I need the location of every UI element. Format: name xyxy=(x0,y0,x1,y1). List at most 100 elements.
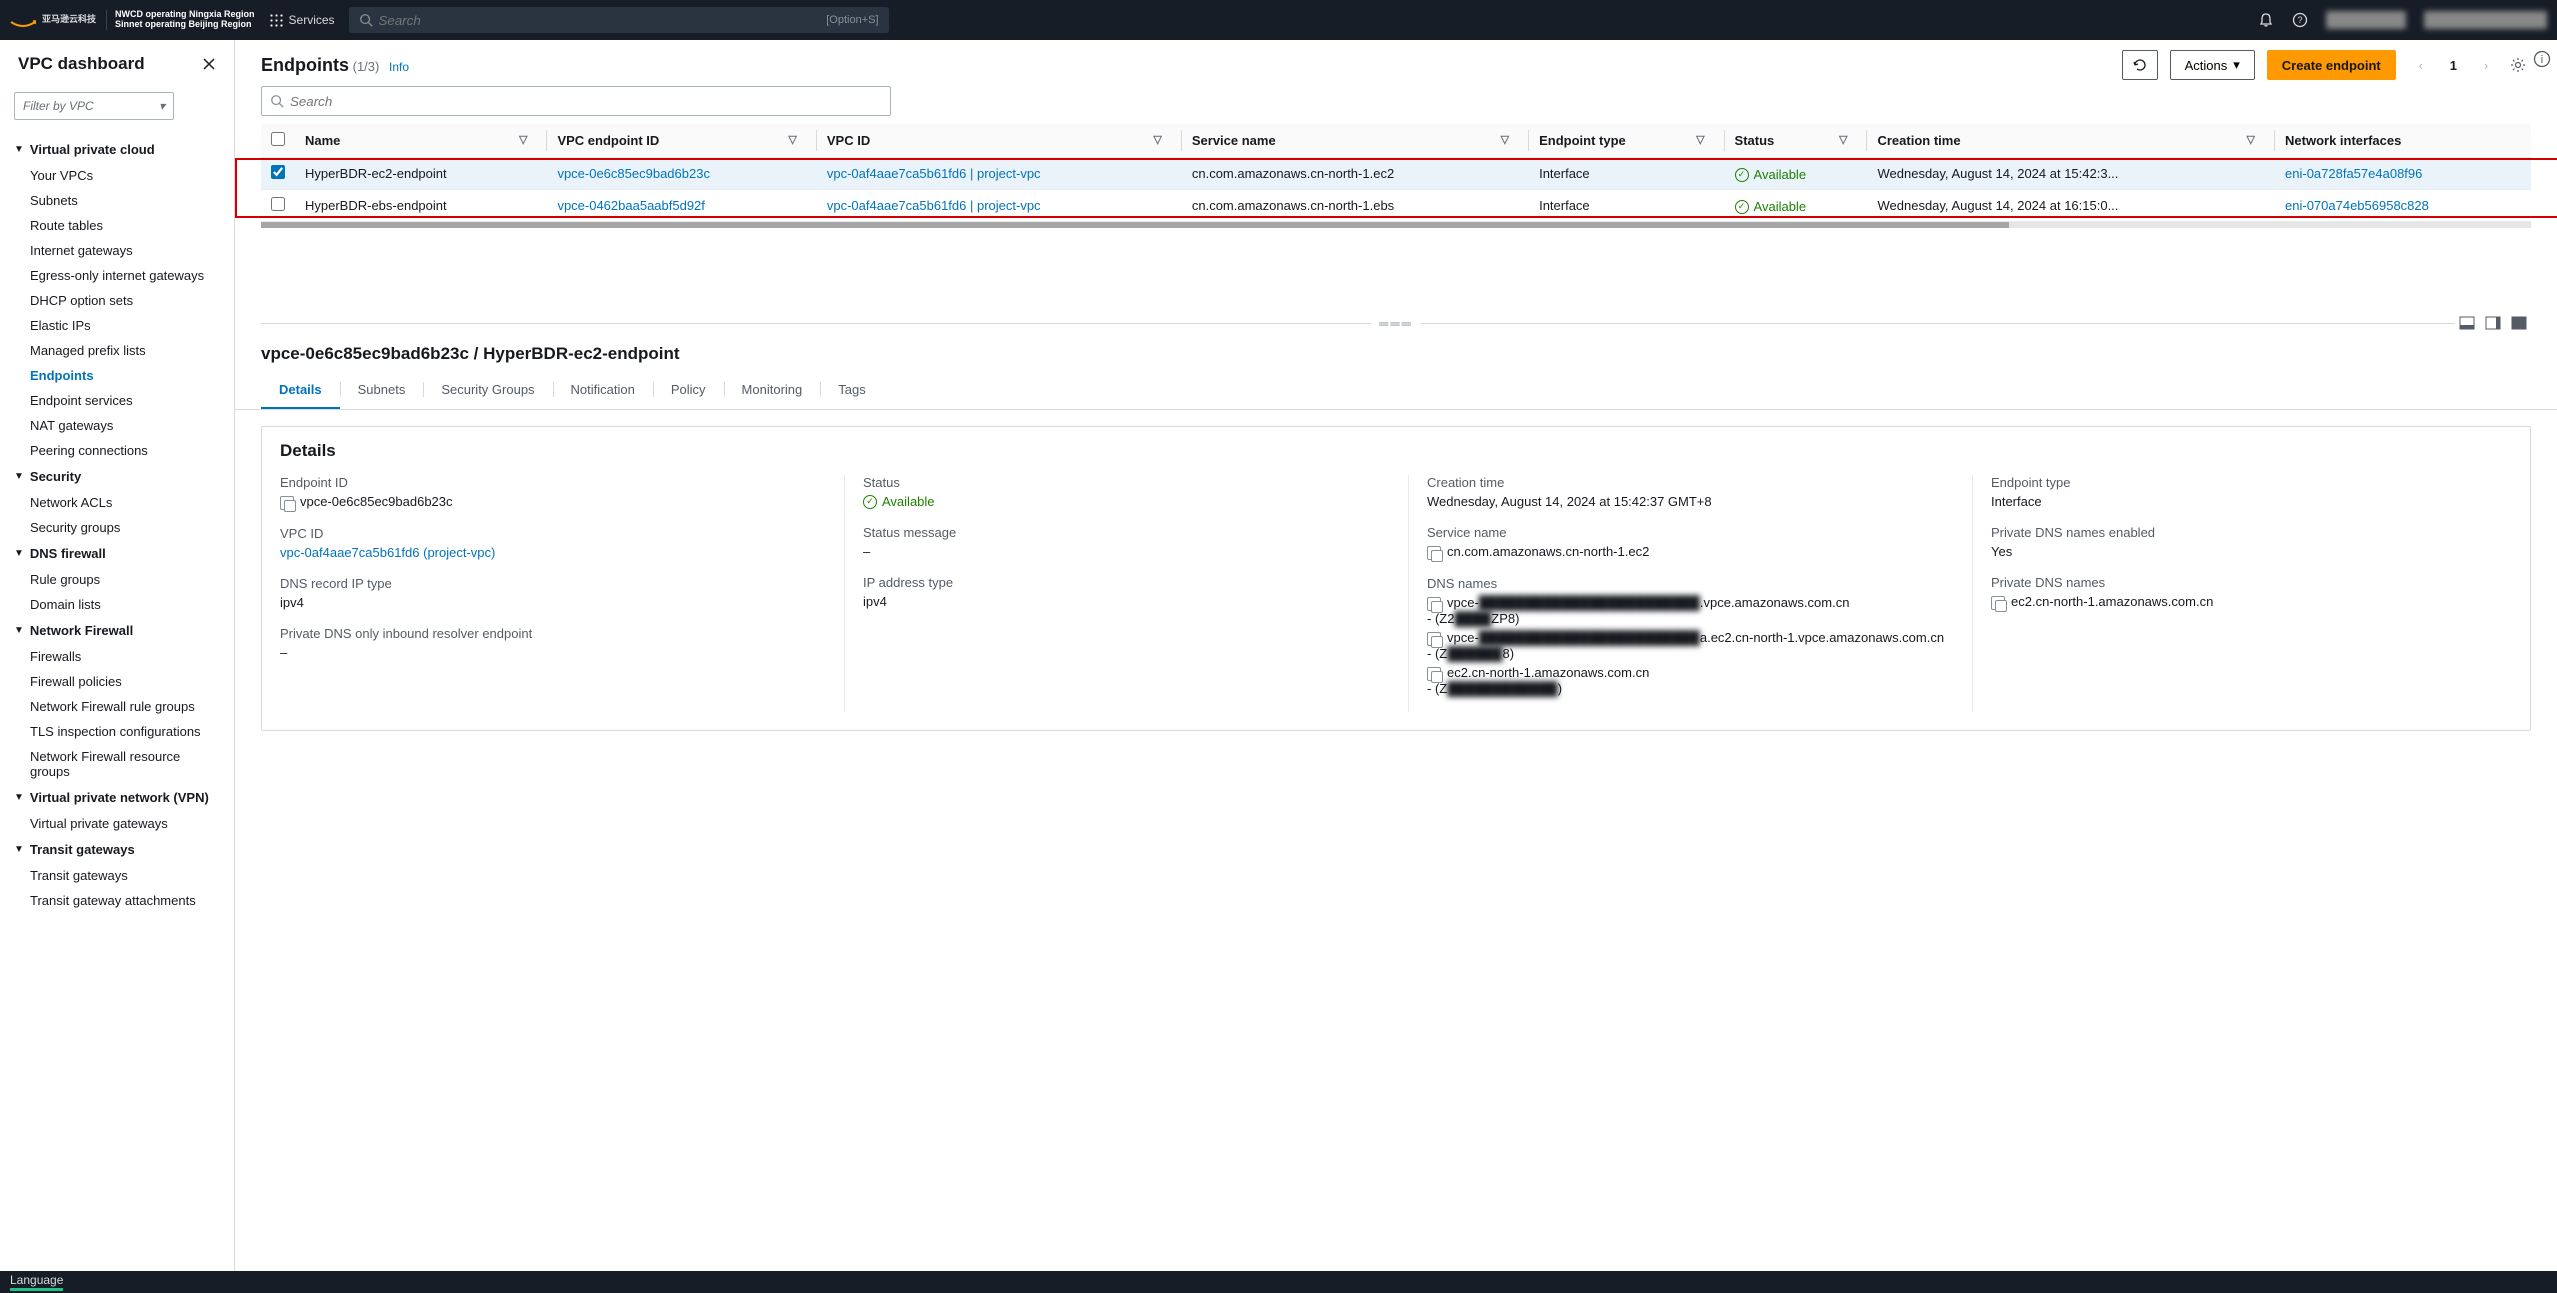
aws-logo[interactable]: 亚马逊云科技 xyxy=(10,12,96,28)
copy-icon[interactable] xyxy=(1427,546,1441,560)
help-icon[interactable]: ? xyxy=(2292,12,2308,28)
column-header[interactable]: VPC ID▽ xyxy=(817,124,1182,158)
sidebar-nav: ▼Virtual private cloudYour VPCsSubnetsRo… xyxy=(0,132,234,1271)
table-row[interactable]: HyperBDR-ec2-endpointvpce-0e6c85ec9bad6b… xyxy=(261,158,2531,190)
column-header[interactable]: VPC endpoint ID▽ xyxy=(547,124,816,158)
sidebar-group[interactable]: ▼Security xyxy=(0,463,234,490)
sidebar-item[interactable]: DHCP option sets xyxy=(0,288,234,313)
copy-icon[interactable] xyxy=(280,496,294,510)
sidebar-item[interactable]: Firewalls xyxy=(0,644,234,669)
sidebar-item[interactable]: Peering connections xyxy=(0,438,234,463)
status-badge: ✓Available xyxy=(1735,167,1807,182)
sidebar-item[interactable]: Endpoints xyxy=(0,363,234,388)
sidebar-item[interactable]: Network Firewall rule groups xyxy=(0,694,234,719)
table-search[interactable] xyxy=(261,86,891,116)
table-settings-icon[interactable] xyxy=(2505,52,2531,78)
cell-created: Wednesday, August 14, 2024 at 16:15:0... xyxy=(1867,190,2275,222)
panel-close-icon[interactable] xyxy=(2511,316,2527,330)
endpoint-id-link[interactable]: vpce-0462baa5aabf5d92f xyxy=(557,198,704,213)
detail-tabs: DetailsSubnetsSecurity GroupsNotificatio… xyxy=(235,364,2557,410)
filter-by-vpc[interactable]: Filter by VPC ▾ xyxy=(14,92,174,120)
region-selector[interactable]: ████████ xyxy=(2326,11,2406,29)
tab-subnets[interactable]: Subnets xyxy=(340,374,424,409)
caret-down-icon: ▼ xyxy=(14,144,24,155)
create-endpoint-button[interactable]: Create endpoint xyxy=(2267,50,2396,80)
sidebar-item[interactable]: TLS inspection configurations xyxy=(0,719,234,744)
sidebar-item[interactable]: Network ACLs xyxy=(0,490,234,515)
sidebar-group[interactable]: ▼Transit gateways xyxy=(0,836,234,863)
column-header[interactable]: Service name▽ xyxy=(1182,124,1529,158)
account-menu[interactable]: ████████████ ▾ xyxy=(2424,11,2547,29)
row-checkbox[interactable] xyxy=(271,197,285,211)
column-header[interactable]: Endpoint type▽ xyxy=(1529,124,1724,158)
tab-tags[interactable]: Tags xyxy=(820,374,883,409)
info-link[interactable]: Info xyxy=(389,60,409,74)
language-selector[interactable]: Language xyxy=(10,1273,63,1291)
sidebar-item[interactable]: Route tables xyxy=(0,213,234,238)
horizontal-scrollbar[interactable] xyxy=(261,222,2531,228)
sidebar-item[interactable]: Virtual private gateways xyxy=(0,811,234,836)
vpc-id-link[interactable]: vpc-0af4aae7ca5b61fd6 | project-vpc xyxy=(827,198,1041,213)
sidebar-group[interactable]: ▼Virtual private network (VPN) xyxy=(0,784,234,811)
cell-type: Interface xyxy=(1529,190,1724,222)
panel-layout-side-icon[interactable] xyxy=(2485,316,2501,330)
sidebar-item[interactable]: Endpoint services xyxy=(0,388,234,413)
tab-monitoring[interactable]: Monitoring xyxy=(724,374,821,409)
detail-title: vpce-0e6c85ec9bad6b23c / HyperBDR-ec2-en… xyxy=(261,344,680,364)
endpoint-id-link[interactable]: vpce-0e6c85ec9bad6b23c xyxy=(557,166,710,181)
column-header[interactable]: Name▽ xyxy=(295,124,547,158)
sidebar-item[interactable]: Internet gateways xyxy=(0,238,234,263)
close-sidebar-icon[interactable] xyxy=(202,57,216,71)
vpc-id-link[interactable]: vpc-0af4aae7ca5b61fd6 | project-vpc xyxy=(827,166,1041,181)
sidebar-item[interactable]: Transit gateway attachments xyxy=(0,888,234,913)
eni-link[interactable]: eni-070a74eb56958c828 xyxy=(2285,198,2429,213)
sidebar-item[interactable]: Firewall policies xyxy=(0,669,234,694)
sidebar-item[interactable]: Rule groups xyxy=(0,567,234,592)
row-checkbox[interactable] xyxy=(271,165,285,179)
split-panel-handle[interactable]: ═══ xyxy=(235,308,2557,338)
copy-icon[interactable] xyxy=(1991,596,2005,610)
tab-security-groups[interactable]: Security Groups xyxy=(423,374,552,409)
sidebar-item[interactable]: Managed prefix lists xyxy=(0,338,234,363)
table-row[interactable]: HyperBDR-ebs-endpointvpce-0462baa5aabf5d… xyxy=(261,190,2531,222)
sidebar-item[interactable]: Egress-only internet gateways xyxy=(0,263,234,288)
page-prev[interactable]: ‹ xyxy=(2408,52,2434,78)
brand-cn: 亚马逊云科技 xyxy=(42,15,96,25)
sidebar-group[interactable]: ▼DNS firewall xyxy=(0,540,234,567)
tab-policy[interactable]: Policy xyxy=(653,374,724,409)
eni-link[interactable]: eni-0a728fa57e4a08f96 xyxy=(2285,166,2422,181)
services-menu[interactable]: Services xyxy=(269,13,335,27)
column-header[interactable]: Creation time▽ xyxy=(1867,124,2275,158)
copy-icon[interactable] xyxy=(1427,632,1441,646)
notifications-icon[interactable] xyxy=(2258,12,2274,28)
copy-icon[interactable] xyxy=(1427,667,1441,681)
tab-notification[interactable]: Notification xyxy=(553,374,653,409)
sidebar-item[interactable]: Your VPCs xyxy=(0,163,234,188)
select-all-checkbox[interactable] xyxy=(271,132,285,146)
column-header[interactable]: Status▽ xyxy=(1725,124,1868,158)
sidebar-item[interactable]: Domain lists xyxy=(0,592,234,617)
sidebar-item[interactable]: Subnets xyxy=(0,188,234,213)
sidebar-item[interactable]: Network Firewall resource groups xyxy=(0,744,234,784)
sidebar-group[interactable]: ▼Network Firewall xyxy=(0,617,234,644)
column-header[interactable]: Network interfaces xyxy=(2275,124,2531,158)
sidebar-item[interactable]: Elastic IPs xyxy=(0,313,234,338)
sidebar-item[interactable]: Security groups xyxy=(0,515,234,540)
global-search[interactable]: [Option+S] xyxy=(349,7,889,33)
tab-details[interactable]: Details xyxy=(261,374,340,409)
sort-icon: ▽ xyxy=(519,133,527,146)
panel-layout-bottom-icon[interactable] xyxy=(2459,316,2475,330)
sidebar-item[interactable]: NAT gateways xyxy=(0,413,234,438)
info-panel-toggle[interactable]: i xyxy=(2533,50,2551,68)
table-search-input[interactable] xyxy=(290,94,882,109)
copy-icon[interactable] xyxy=(1427,597,1441,611)
cell-service: cn.com.amazonaws.cn-north-1.ebs xyxy=(1182,190,1529,222)
page-next[interactable]: › xyxy=(2473,52,2499,78)
sidebar-group[interactable]: ▼Virtual private cloud xyxy=(0,136,234,163)
actions-button[interactable]: Actions▾ xyxy=(2170,50,2255,80)
sidebar: VPC dashboard Filter by VPC ▾ ▼Virtual p… xyxy=(0,40,235,1271)
refresh-button[interactable] xyxy=(2122,50,2158,80)
sidebar-item[interactable]: Transit gateways xyxy=(0,863,234,888)
global-search-input[interactable] xyxy=(379,13,827,28)
vpc-id-link[interactable]: vpc-0af4aae7ca5b61fd6 (project-vpc) xyxy=(280,545,495,560)
